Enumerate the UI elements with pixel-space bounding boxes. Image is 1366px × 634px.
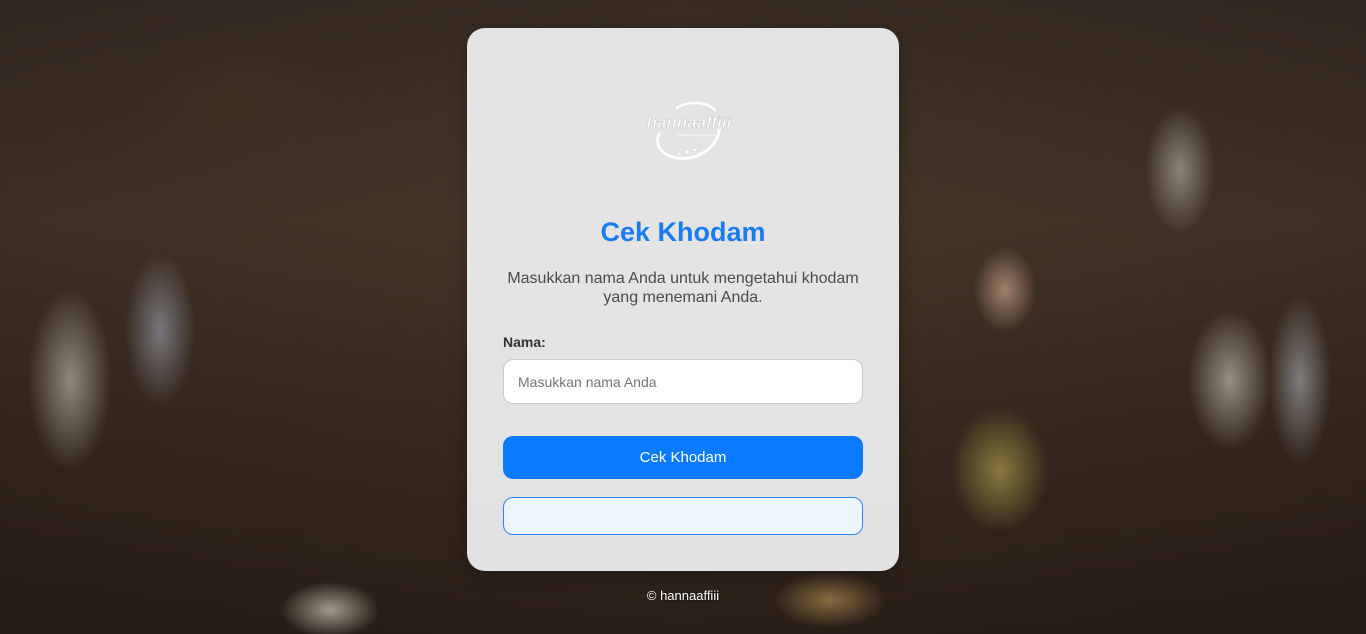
logo-tagline: Nothing is Impossible	[678, 132, 717, 137]
logo-text: hannaaffiii	[647, 113, 733, 132]
name-input[interactable]	[503, 359, 863, 404]
cek-khodam-button[interactable]: Cek Khodam	[503, 436, 863, 479]
page-subtitle: Masukkan nama Anda untuk mengetahui khod…	[507, 270, 859, 306]
result-box	[503, 497, 863, 535]
page-title: Cek Khodam	[600, 217, 766, 247]
footer-credit: © hannaaffiii	[646, 588, 720, 603]
khodam-card: hannaaffiii Nothing is Impossible Cek Kh…	[467, 28, 899, 571]
name-label: Nama:	[503, 334, 546, 350]
logo-icon: hannaaffiii Nothing is Impossible	[646, 101, 733, 160]
